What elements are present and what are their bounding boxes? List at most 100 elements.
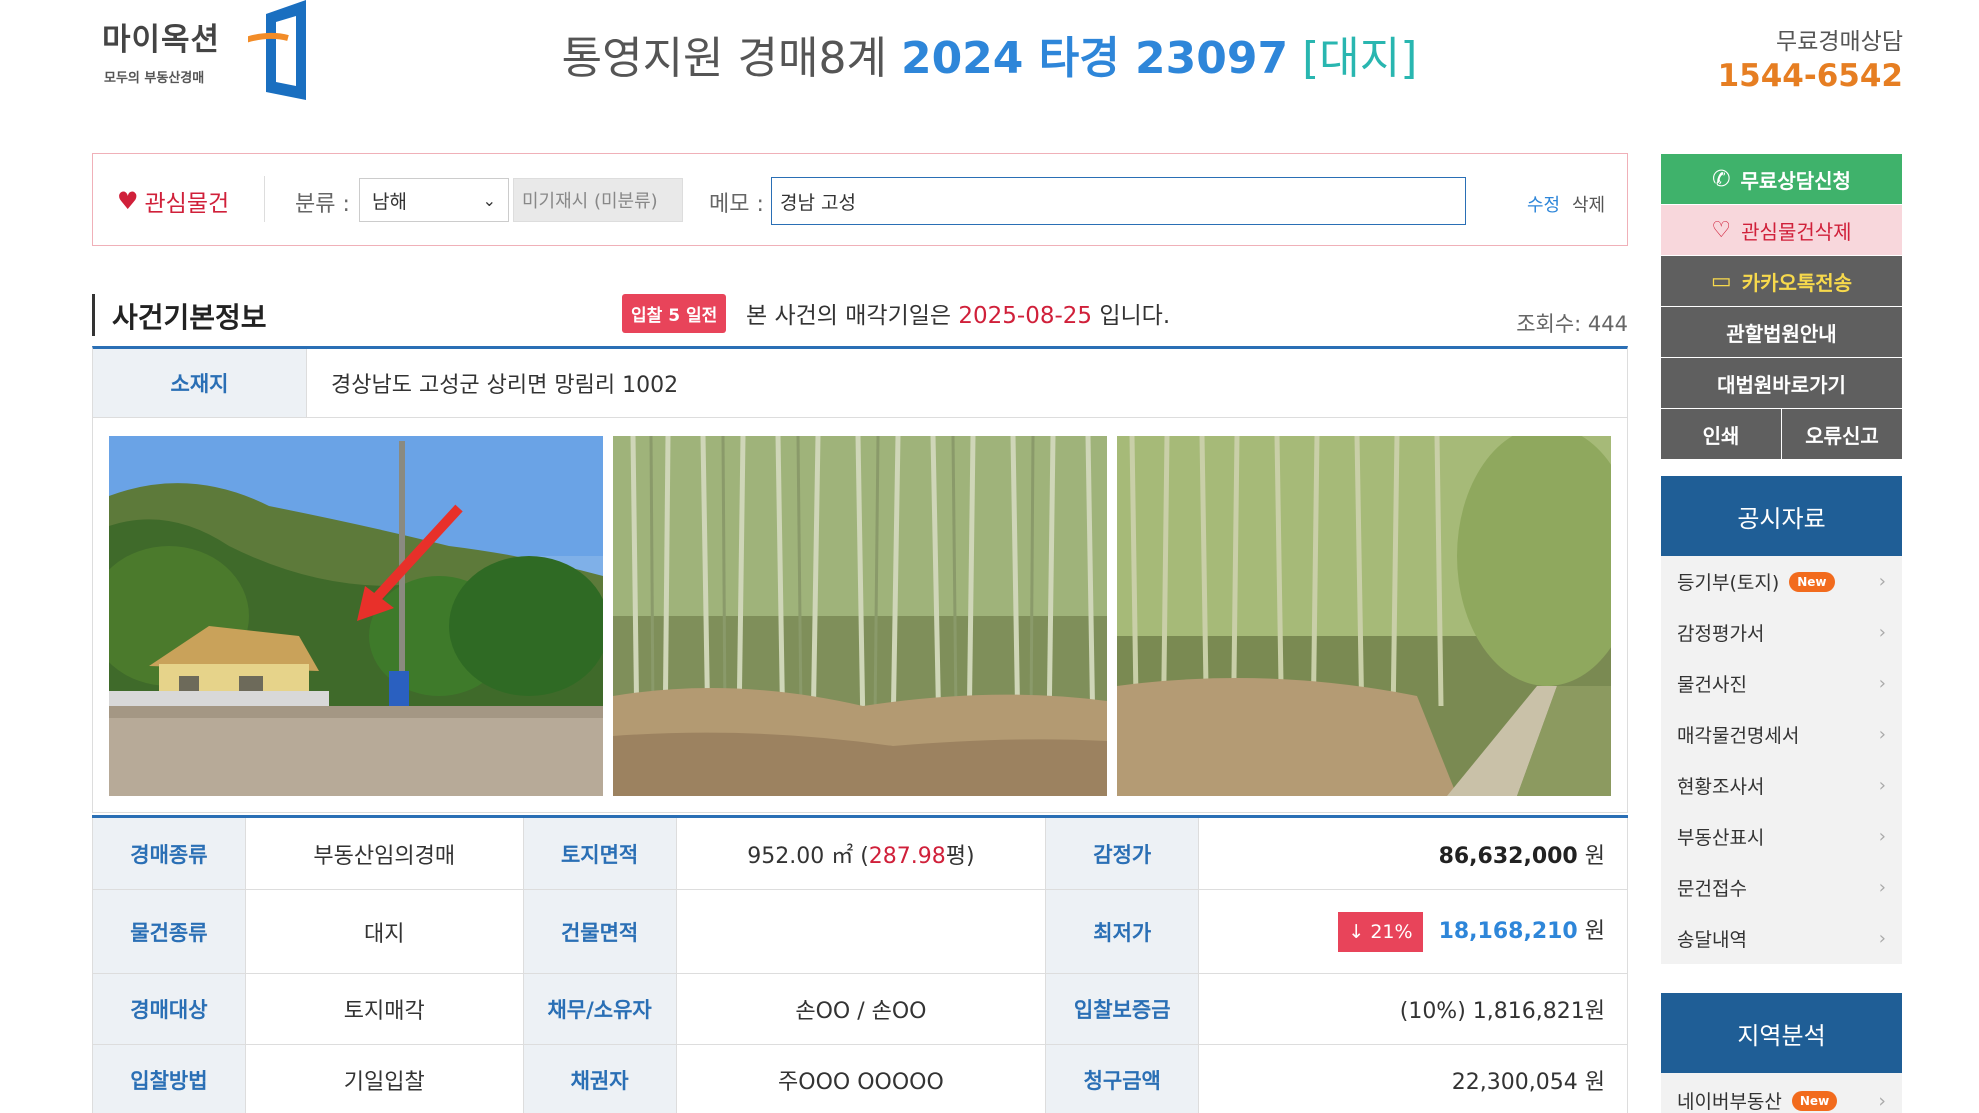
- heart-icon: ♥: [117, 187, 139, 215]
- memo-label: 메모 :: [709, 192, 764, 217]
- doc-item-filings[interactable]: 문건접수 ›: [1661, 862, 1902, 913]
- property-photo-strip: [92, 418, 1628, 813]
- memo-edit-link[interactable]: 수정: [1527, 191, 1560, 217]
- claim-label: 청구금액: [1045, 1044, 1200, 1113]
- chevron-right-icon: ›: [1878, 571, 1886, 592]
- appraisal-amount: 86,632,000: [1438, 843, 1578, 869]
- land-area-label: 토지면적: [522, 816, 677, 890]
- creditor-label: 채권자: [522, 1044, 677, 1113]
- kakao-send-label: 카카오톡전송: [1741, 270, 1853, 295]
- land-area-m2: 952.00 ㎡ (: [747, 843, 869, 869]
- category-input[interactable]: 미기재시 (미분류): [513, 178, 683, 222]
- report-error-button[interactable]: 오류신고: [1782, 409, 1902, 460]
- appraisal-value: 86,632,000 원: [1198, 816, 1628, 890]
- property-kind: [대지]: [1302, 33, 1418, 84]
- doc-item-label: 감정평가서: [1677, 623, 1765, 645]
- category-selected-value: 남해: [372, 190, 407, 213]
- chevron-right-icon: ›: [1878, 826, 1886, 847]
- doc-item-appraisal[interactable]: 감정평가서 ›: [1661, 607, 1902, 658]
- days-left-badge: 입찰 5 일전: [622, 294, 727, 333]
- doc-item-label: 등기부(토지): [1677, 572, 1780, 594]
- free-consult-label: 무료상담신청: [1740, 168, 1851, 193]
- building-area-label: 건물면적: [522, 889, 677, 974]
- land-area-pyeong-unit: 평): [945, 843, 975, 869]
- supreme-court-button[interactable]: 대법원바로가기: [1661, 358, 1902, 409]
- public-docs-header: 공시자료: [1661, 476, 1902, 556]
- right-sidebar: ✆ 무료상담신청 ♡ 관심물건삭제 ▭ 카카오톡전송 관할법원안내 대법원바로가…: [1661, 154, 1902, 964]
- chevron-right-icon: ›: [1878, 622, 1886, 643]
- remove-favorite-button[interactable]: ♡ 관심물건삭제: [1661, 205, 1902, 256]
- print-button[interactable]: 인쇄: [1661, 409, 1782, 460]
- notice-suffix: 입니다.: [1092, 303, 1171, 329]
- auction-target-value: 토지매각: [244, 973, 524, 1045]
- auction-type-value: 부동산임의경매: [244, 816, 524, 890]
- public-docs-list: 등기부(토지) New › 감정평가서 › 물건사진 › 매각물건명세서 › 현…: [1661, 556, 1902, 964]
- case-detail-table: 경매종류 부동산임의경매 토지면적 952.00 ㎡ (287.98평) 감정가…: [92, 815, 1628, 1113]
- doc-item-sale-spec[interactable]: 매각물건명세서 ›: [1661, 709, 1902, 760]
- land-area-pyeong: 287.98: [868, 843, 946, 869]
- min-price-amount: 18,168,210: [1438, 918, 1578, 944]
- table-row: 입찰방법 기일입찰 채권자 주OOO OOOOO 청구금액 22,300,054…: [92, 1044, 1628, 1113]
- doc-item-registry[interactable]: 등기부(토지) New ›: [1661, 556, 1902, 607]
- deposit-value: (10%) 1,816,821원: [1198, 973, 1628, 1045]
- court-name: 통영지원 경매8계: [561, 33, 887, 84]
- min-price-value: ↓ 21% 18,168,210 원: [1198, 889, 1628, 974]
- print-report-row: 인쇄 오류신고: [1661, 409, 1902, 460]
- table-row: 물건종류 대지 건물면적 최저가 ↓ 21% 18,168,210 원: [92, 889, 1628, 974]
- category-select[interactable]: 남해 ⌄: [359, 178, 509, 222]
- consult-phone[interactable]: 1544-6542: [1718, 58, 1903, 94]
- chevron-right-icon: ›: [1878, 775, 1886, 796]
- auction-target-label: 경매대상: [92, 973, 246, 1045]
- favorite-toggle[interactable]: ♥ 관심물건: [117, 184, 229, 218]
- item-type-value: 대지: [244, 889, 524, 974]
- region-item-naver[interactable]: 네이버부동산 New ›: [1661, 1073, 1902, 1113]
- notice-prefix: 본 사건의 매각기일은: [746, 303, 959, 329]
- chat-bubble-icon: ▭: [1710, 268, 1732, 294]
- doc-item-survey[interactable]: 현황조사서 ›: [1661, 760, 1902, 811]
- doc-item-delivery[interactable]: 송달내역 ›: [1661, 913, 1902, 964]
- heart-outline-icon: ♡: [1711, 217, 1732, 243]
- favorite-memo-bar: ♥ 관심물건 분류 : 남해 ⌄ 미기재시 (미분류) 메모 : 경남 고성 수…: [92, 153, 1628, 246]
- bid-method-label: 입찰방법: [92, 1044, 246, 1113]
- court-info-button[interactable]: 관할법원안내: [1661, 307, 1902, 358]
- chevron-right-icon: ›: [1878, 928, 1886, 949]
- bid-method-value: 기일입찰: [244, 1044, 524, 1113]
- property-photo-house[interactable]: [109, 436, 603, 796]
- remove-favorite-label: 관심물건삭제: [1741, 219, 1852, 244]
- new-badge: New: [1789, 571, 1835, 592]
- chevron-right-icon: ›: [1878, 1089, 1886, 1112]
- property-photo-bamboo-2[interactable]: [1117, 436, 1611, 796]
- land-area-value: 952.00 ㎡ (287.98평): [675, 816, 1047, 890]
- chevron-right-icon: ›: [1878, 724, 1886, 745]
- kakao-send-button[interactable]: ▭ 카카오톡전송: [1661, 256, 1902, 307]
- section-title: 사건기본정보: [112, 301, 267, 334]
- case-title: 통영지원 경매8계 2024 타경 23097 [대지]: [0, 22, 1979, 86]
- address-label: 소재지: [93, 349, 307, 417]
- table-row: 경매대상 토지매각 채무/소유자 손OO / 손OO 입찰보증금 (10%) 1…: [92, 973, 1628, 1045]
- section-accent-bar: [92, 294, 95, 336]
- won-unit: 원: [1584, 843, 1605, 869]
- free-consult-button[interactable]: ✆ 무료상담신청: [1661, 154, 1902, 205]
- address-value: 경상남도 고성군 상리면 망림리 1002: [331, 373, 679, 398]
- doc-item-label: 매각물건명세서: [1677, 725, 1800, 747]
- memo-delete-link[interactable]: 삭제: [1572, 191, 1605, 217]
- consult-box[interactable]: 무료경매상담 1544-6542: [1718, 22, 1903, 94]
- property-photo-bamboo-1[interactable]: [613, 436, 1107, 796]
- doc-item-label: 현황조사서: [1677, 776, 1765, 798]
- consult-label: 무료경매상담: [1776, 29, 1903, 55]
- phone-icon: ✆: [1712, 166, 1731, 192]
- building-area-value: [675, 889, 1047, 974]
- debtor-owner-value: 손OO / 손OO: [675, 973, 1047, 1045]
- doc-item-property-display[interactable]: 부동산표시 ›: [1661, 811, 1902, 862]
- chevron-right-icon: ›: [1878, 673, 1886, 694]
- favorite-label: 관심물건: [144, 191, 230, 217]
- view-count: 조회수: 444: [1516, 312, 1628, 336]
- doc-item-label: 송달내역: [1677, 929, 1747, 951]
- doc-item-photos[interactable]: 물건사진 ›: [1661, 658, 1902, 709]
- deposit-label: 입찰보증금: [1045, 973, 1200, 1045]
- memo-input[interactable]: 경남 고성: [771, 177, 1466, 225]
- category-label: 분류 :: [295, 192, 350, 217]
- item-type-label: 물건종류: [92, 889, 246, 974]
- chevron-right-icon: ›: [1878, 877, 1886, 898]
- table-row: 경매종류 부동산임의경매 토지면적 952.00 ㎡ (287.98평) 감정가…: [92, 816, 1628, 890]
